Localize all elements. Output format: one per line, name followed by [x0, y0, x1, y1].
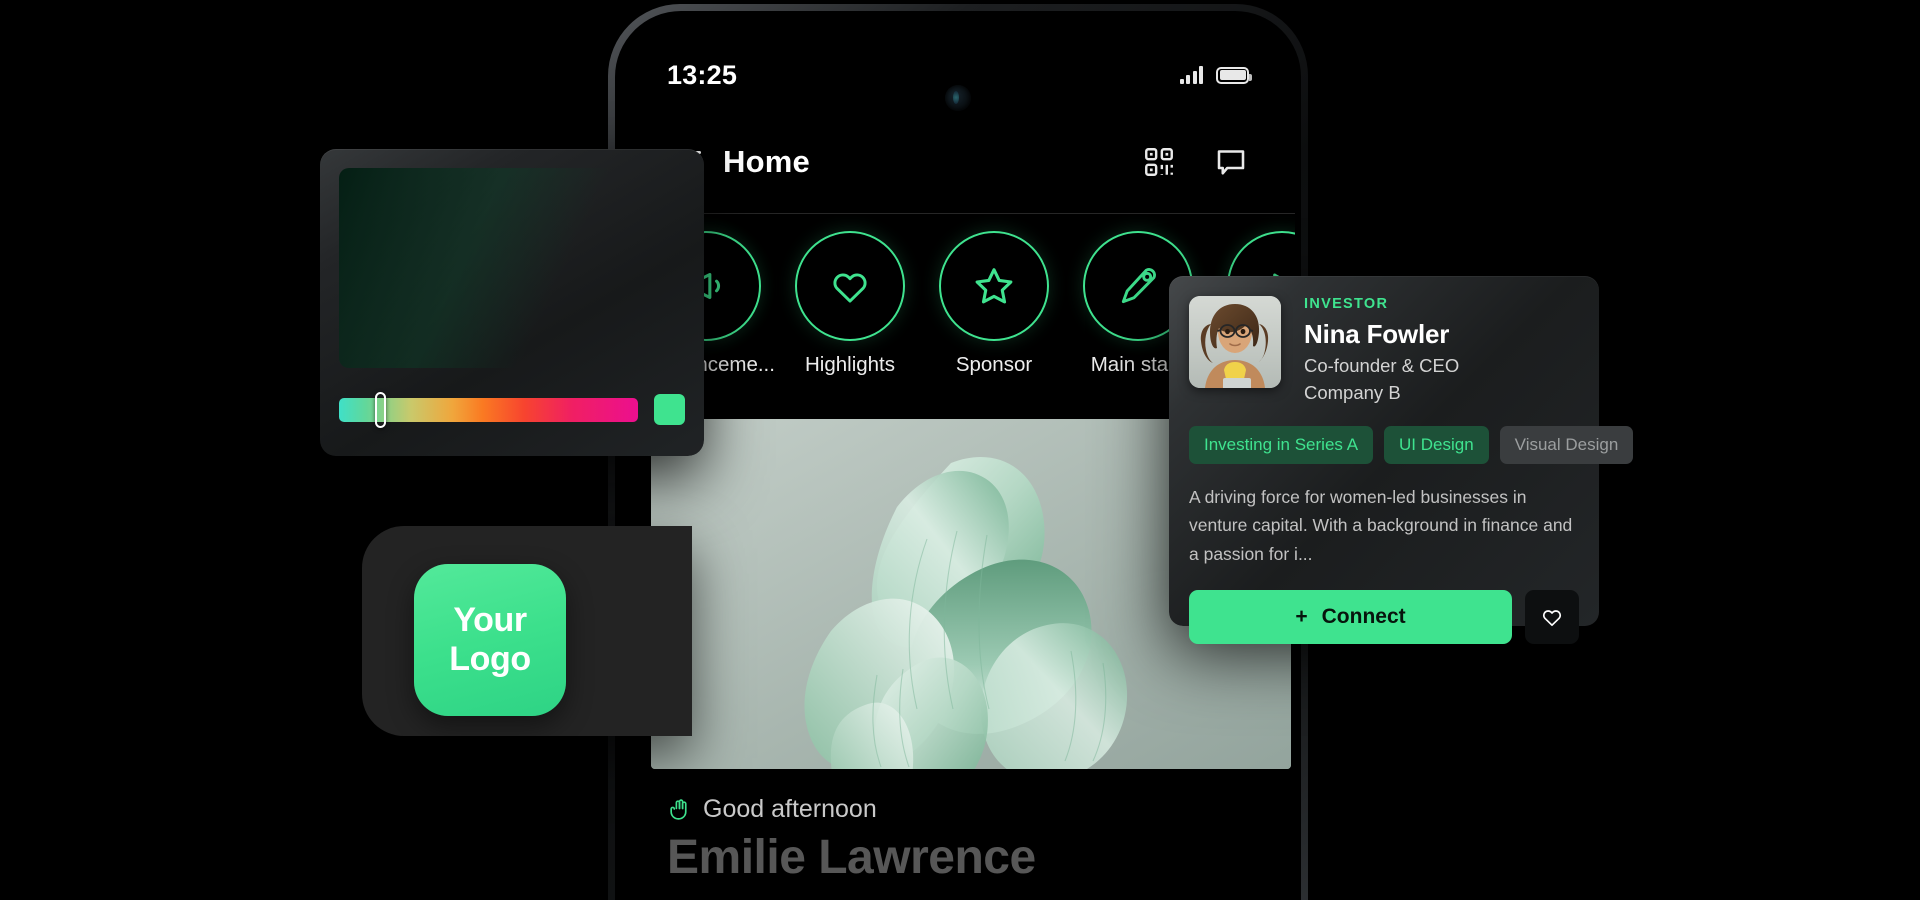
- connect-button-label: Connect: [1321, 605, 1406, 629]
- investor-role-badge: INVESTOR: [1304, 296, 1389, 312]
- header-divider: [621, 213, 1295, 214]
- investor-identity: INVESTOR Nina Fowler Co-founder & CEO Co…: [1304, 296, 1459, 404]
- favorite-button[interactable]: [1525, 590, 1579, 645]
- chat-bubble-icon[interactable]: [1213, 144, 1249, 180]
- qr-code-icon[interactable]: [1141, 144, 1177, 180]
- hue-slider-handle[interactable]: [375, 391, 386, 428]
- greeting-salutation: Good afternoon: [703, 795, 877, 823]
- story-label: Sponsor: [955, 353, 1033, 376]
- logo-line-2: Logo: [449, 640, 531, 678]
- saturation-value-field[interactable]: [339, 168, 685, 368]
- signal-bars-icon: [1179, 66, 1203, 84]
- connect-button[interactable]: + Connect: [1189, 590, 1512, 645]
- tag-chip[interactable]: Investing in Series A: [1189, 426, 1374, 464]
- front-camera-icon: [945, 85, 971, 111]
- investor-header: INVESTOR Nina Fowler Co-founder & CEO Co…: [1189, 296, 1579, 404]
- page-title: Home: [723, 144, 810, 179]
- color-picker-controls: [339, 391, 685, 428]
- header-actions: [1141, 144, 1249, 180]
- heart-icon: [833, 273, 867, 303]
- color-picker-panel[interactable]: [320, 149, 704, 456]
- investor-company: Company B: [1304, 382, 1401, 403]
- plus-icon: +: [1295, 605, 1308, 629]
- investor-tags: Investing in Series A UI Design Visual D…: [1189, 426, 1634, 464]
- story-ring: [795, 231, 905, 341]
- investor-card: INVESTOR Nina Fowler Co-founder & CEO Co…: [1169, 276, 1634, 645]
- story-item-highlights[interactable]: Highlights: [795, 231, 905, 403]
- waving-hand-icon: [670, 799, 687, 820]
- story-label: Highlights: [804, 353, 896, 376]
- status-time: 13:25: [667, 59, 738, 90]
- saturation-value-shade: [339, 168, 685, 368]
- tag-chip[interactable]: UI Design: [1384, 426, 1489, 464]
- selected-color-swatch[interactable]: [654, 394, 685, 425]
- investor-avatar-photo: [1189, 296, 1281, 388]
- greeting-row: Good afternoon: [667, 795, 1036, 824]
- logo-card: Your Logo: [362, 526, 692, 736]
- battery-full-icon: [1216, 66, 1252, 84]
- app-header: Home: [621, 125, 1295, 199]
- heart-outline-icon: [1542, 610, 1562, 627]
- status-indicators: [1179, 66, 1252, 84]
- investor-description: A driving force for women-led businesses…: [1189, 487, 1573, 564]
- logo-tile[interactable]: Your Logo: [414, 564, 566, 716]
- story-item-sponsor[interactable]: Sponsor: [939, 231, 1049, 403]
- tag-chip[interactable]: Visual Design: [1499, 426, 1634, 464]
- logo-line-1: Your: [453, 600, 527, 639]
- investor-title: Co-founder & CEO: [1304, 355, 1460, 376]
- microphone-icon: [1121, 268, 1156, 304]
- investor-name: Nina Fowler: [1304, 319, 1450, 349]
- story-ring: [939, 231, 1049, 341]
- investor-card-actions: + Connect: [1189, 590, 1579, 645]
- hue-slider[interactable]: [339, 391, 638, 428]
- star-icon: [975, 268, 1013, 304]
- greeting-block: Good afternoon Emilie Lawrence Edit even…: [667, 795, 1036, 900]
- screenshot-canvas: 13:25 Home Announceme... Highlights Spon…: [0, 0, 1920, 900]
- greeting-user-name: Emilie Lawrence: [667, 831, 1036, 884]
